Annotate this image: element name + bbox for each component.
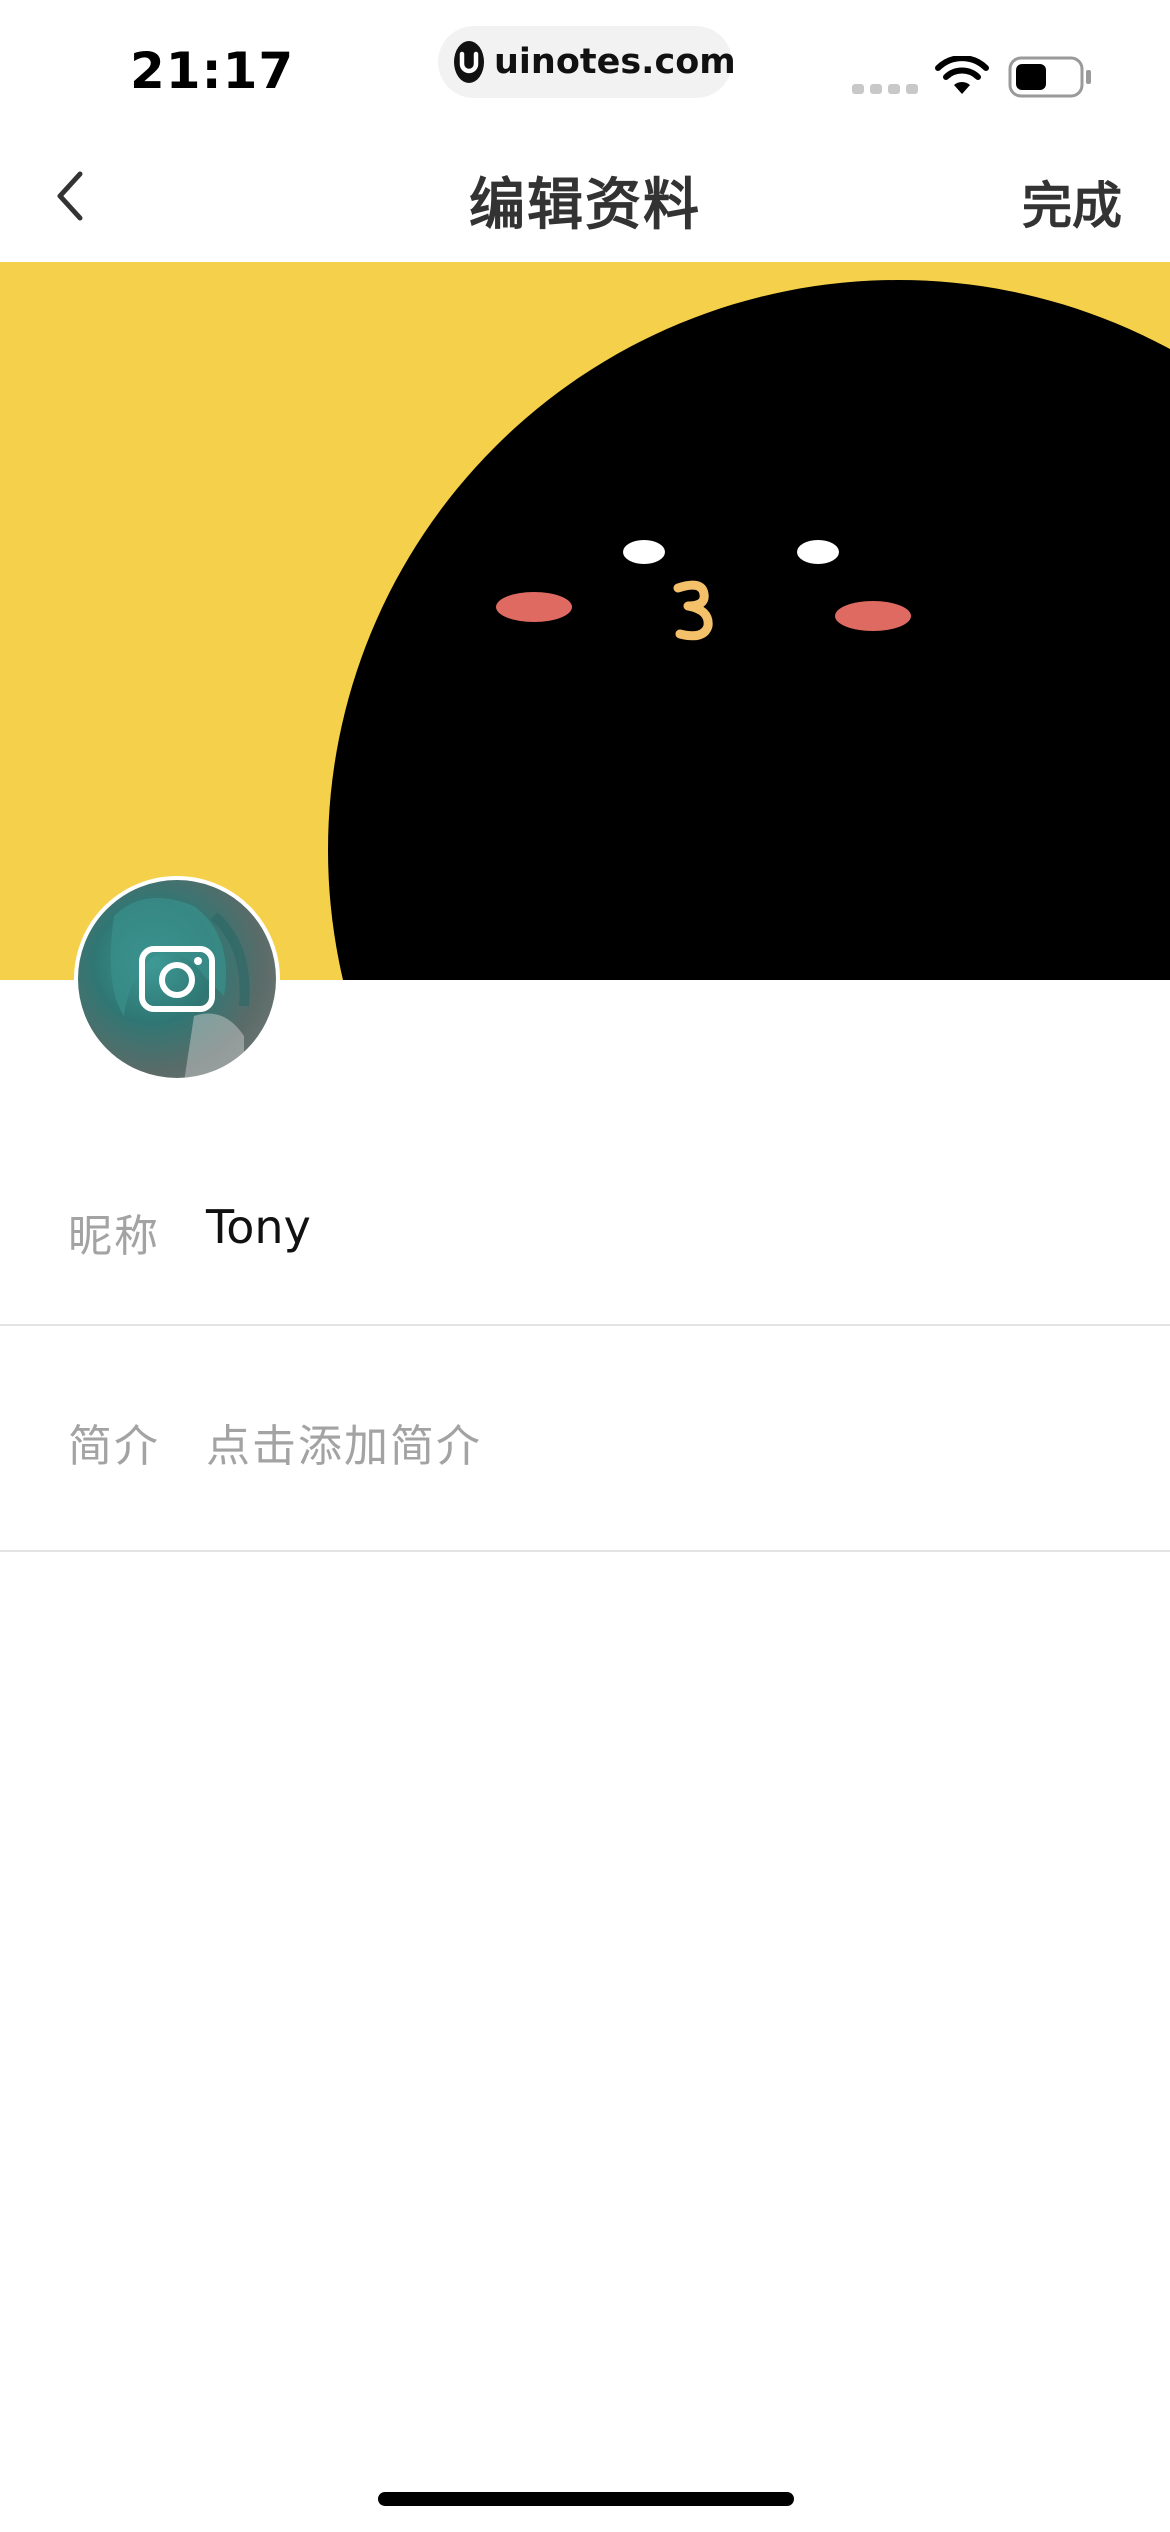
url-text: uinotes.com	[494, 42, 736, 82]
page-title: 编辑资料	[469, 173, 701, 238]
cover-image[interactable]	[0, 262, 1170, 980]
nav-bar: 编辑资料 完成	[0, 130, 1170, 262]
cover-illustration	[0, 262, 1170, 980]
nickname-field[interactable]: Tony	[206, 1200, 311, 1254]
uinotes-logo-icon	[454, 41, 484, 83]
bio-label: 简介	[68, 1421, 160, 1472]
bio-field[interactable]: 点击添加简介	[206, 1410, 482, 1474]
done-button[interactable]: 完成	[1022, 166, 1122, 238]
battery-icon	[1008, 56, 1094, 102]
wifi-icon	[934, 55, 990, 100]
url-pill[interactable]: uinotes.com	[438, 26, 736, 98]
nickname-row[interactable]: 昵称 Tony	[0, 1130, 1170, 1326]
avatar[interactable]	[74, 876, 280, 1082]
status-bar: 21:17 uinotes.com	[0, 0, 1170, 130]
bio-row[interactable]: 简介 点击添加简介	[0, 1326, 1170, 1552]
camera-icon	[139, 946, 215, 1012]
home-indicator[interactable]	[378, 2492, 794, 2506]
cellular-signal-icon	[852, 84, 918, 94]
status-time: 21:17	[130, 42, 295, 100]
avatar-camera-overlay[interactable]	[78, 880, 276, 1078]
nickname-label: 昵称	[68, 1211, 160, 1262]
